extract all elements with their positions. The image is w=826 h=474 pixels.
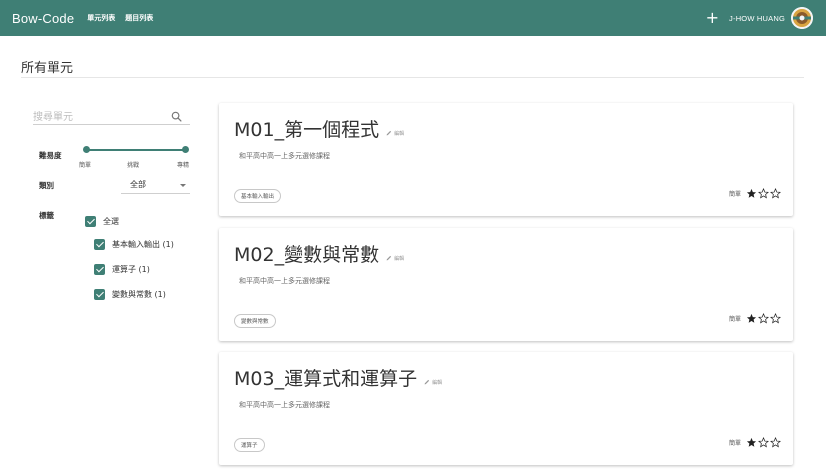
star-icon [746, 188, 757, 198]
unit-card[interactable]: M01_第一個程式 編輯 和平高中高一上多元選修課程 基本輸入輸出 簡單 [219, 103, 793, 216]
tag-chip[interactable]: 基本輸入輸出 [234, 189, 282, 203]
unit-card[interactable]: M03_運算式和運算子 編輯 和平高中高一上多元選修課程 運算子 簡單 [219, 352, 793, 465]
card-description: 和平高中高一上多元選修課程 [239, 401, 330, 409]
tag-label-operators: 運算子 (1) [112, 265, 150, 274]
tag-chip[interactable]: 運算子 [234, 438, 265, 452]
category-value: 全部 [130, 180, 146, 189]
card-title[interactable]: M01_第一個程式 [234, 115, 379, 142]
card-title[interactable]: M02_變數與常數 [234, 240, 379, 267]
star-outline-icon [758, 313, 769, 324]
pencil-icon [424, 379, 430, 385]
difficulty-label: 難易度 [39, 151, 62, 160]
card-description: 和平高中高一上多元選修課程 [239, 277, 330, 285]
add-button[interactable]: + [706, 10, 719, 26]
search-field [33, 105, 190, 127]
nav-unit-list[interactable]: 單元列表 [87, 13, 115, 23]
star-outline-icon [758, 188, 769, 199]
avatar-image [791, 7, 813, 29]
slider-track [86, 149, 186, 151]
card-header: M02_變數與常數 編輯 [234, 240, 404, 267]
slider-thumb-max[interactable] [182, 146, 189, 153]
tags-label: 標籤 [39, 211, 54, 220]
nav-problem-list[interactable]: 題目列表 [125, 13, 153, 23]
search-input[interactable] [33, 108, 163, 127]
star-outline-icon [758, 437, 769, 448]
difficulty-rating: 簡單 [729, 313, 781, 324]
difficulty-text: 簡單 [728, 191, 741, 198]
slider-tick-expert: 專精 [177, 162, 190, 169]
unit-card[interactable]: M02_變數與常數 編輯 和平高中高一上多元選修課程 變數與常數 簡單 [219, 228, 793, 341]
slider-thumb-min[interactable] [83, 146, 90, 153]
tag-label-basic-io: 基本輸入輸出 (1) [112, 240, 174, 249]
pencil-icon [386, 255, 392, 261]
page-title: 所有單元 [21, 61, 74, 76]
star-outline-icon [770, 313, 781, 324]
search-icon[interactable] [171, 107, 182, 126]
checkbox-checked-icon[interactable] [94, 239, 105, 250]
tag-chip[interactable]: 變數與常數 [234, 314, 276, 328]
difficulty-slider[interactable] [83, 146, 189, 154]
edit-button[interactable]: 編輯 [424, 379, 442, 386]
star-icon [746, 313, 757, 323]
difficulty-rating: 簡單 [729, 437, 781, 448]
edit-button[interactable]: 編輯 [386, 255, 404, 262]
card-title[interactable]: M03_運算式和運算子 [234, 364, 417, 391]
card-description: 和平高中高一上多元選修課程 [239, 152, 330, 160]
category-select[interactable]: 全部 [121, 177, 190, 194]
edit-label: 編輯 [432, 379, 443, 386]
slider-tick-challenge: 挑戰 [127, 162, 140, 169]
star-outline-icon [770, 437, 781, 448]
checkbox-checked-icon[interactable] [94, 289, 105, 300]
category-label: 類別 [39, 181, 54, 190]
top-bar: Bow-Code 單元列表 題目列表 + J-HOW HUANG [0, 0, 826, 36]
edit-label: 編輯 [394, 130, 405, 137]
star-outline-icon [770, 188, 781, 199]
title-divider [21, 77, 804, 78]
checkbox-checked-icon[interactable] [85, 216, 96, 227]
difficulty-text: 簡單 [728, 316, 741, 323]
tag-checkbox-all[interactable]: 全選 [85, 216, 119, 227]
star-icon [746, 437, 757, 447]
difficulty-rating: 簡單 [729, 188, 781, 199]
tag-label-all: 全選 [103, 217, 119, 226]
edit-button[interactable]: 編輯 [386, 130, 404, 137]
checkbox-checked-icon[interactable] [94, 264, 105, 275]
user-name[interactable]: J-HOW HUANG [729, 14, 785, 23]
tag-checkbox-operators[interactable]: 運算子 (1) [94, 264, 150, 275]
card-header: M03_運算式和運算子 編輯 [234, 364, 442, 391]
tag-checkbox-basic-io[interactable]: 基本輸入輸出 (1) [94, 239, 174, 250]
chevron-down-icon [180, 184, 186, 187]
tag-label-variables: 變數與常數 (1) [112, 290, 166, 299]
brand-logo[interactable]: Bow-Code [12, 11, 74, 26]
pencil-icon [386, 130, 392, 136]
avatar[interactable] [791, 7, 813, 29]
slider-tick-easy: 簡單 [79, 162, 92, 169]
difficulty-text: 簡單 [728, 440, 741, 447]
card-header: M01_第一個程式 編輯 [234, 115, 404, 142]
edit-label: 編輯 [394, 255, 405, 262]
tag-checkbox-variables[interactable]: 變數與常數 (1) [94, 289, 166, 300]
